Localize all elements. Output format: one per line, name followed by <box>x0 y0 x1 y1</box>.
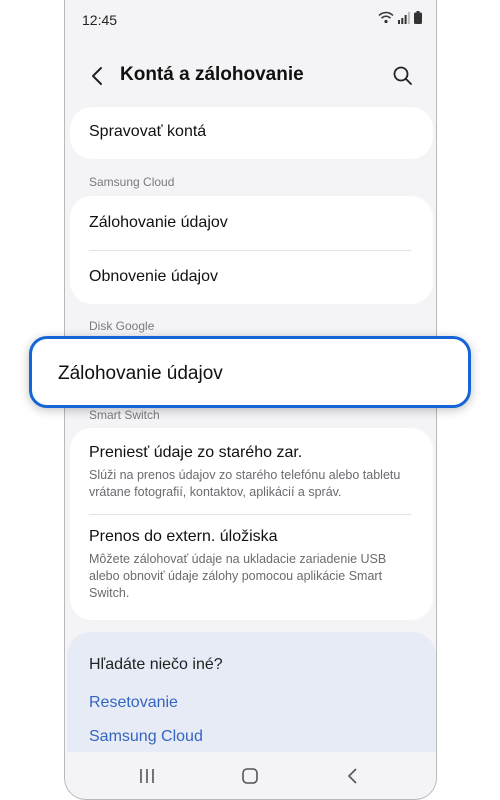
google-drive-backup-label: Zálohovanie údajov <box>58 363 223 384</box>
samsung-backup-label: Zálohovanie údajov <box>89 214 228 231</box>
samsung-cloud-card: Zálohovanie údajov Obnovenie údajov <box>70 196 433 304</box>
transfer-old-device-item[interactable]: Preniesť údaje zo starého zar. Slúži na … <box>70 428 433 514</box>
external-storage-description: Môžete zálohovať údaje na ukladacie zari… <box>89 552 387 600</box>
status-icons <box>378 11 422 24</box>
samsung-restore-item[interactable]: Obnovenie údajov <box>70 250 433 304</box>
help-link-reset[interactable]: Resetovanie <box>89 694 178 712</box>
manage-accounts-card: Spravovať kontá <box>70 107 433 159</box>
external-storage-title: Prenos do extern. úložiska <box>89 528 278 545</box>
signal-icon <box>398 11 410 24</box>
section-google-drive: Disk Google <box>89 319 155 333</box>
manage-accounts-label: Spravovať kontá <box>89 123 207 140</box>
manage-accounts-item[interactable]: Spravovať kontá <box>70 107 433 141</box>
status-bar: 12:45 <box>65 0 436 40</box>
navigation-bar <box>65 752 436 798</box>
google-drive-backup-item[interactable]: Zálohovanie údajov <box>29 336 471 408</box>
status-time: 12:45 <box>82 12 118 28</box>
back-arrow-icon[interactable] <box>85 63 111 89</box>
wifi-icon <box>378 11 394 24</box>
samsung-restore-label: Obnovenie údajov <box>89 268 218 285</box>
smart-switch-card: Preniesť údaje zo starého zar. Slúži na … <box>70 428 433 620</box>
section-smart-switch: Smart Switch <box>89 408 160 422</box>
battery-icon <box>414 11 422 24</box>
transfer-old-device-title: Preniesť údaje zo starého zar. <box>89 444 303 461</box>
help-title: Hľadáte niečo iné? <box>89 656 223 673</box>
section-samsung-cloud: Samsung Cloud <box>89 175 175 189</box>
nav-back-icon[interactable] <box>341 764 365 788</box>
recents-icon[interactable] <box>135 764 159 788</box>
app-header: Kontá a zálohovanie <box>65 55 436 97</box>
transfer-old-device-description: Slúži na prenos údajov zo starého telefó… <box>89 468 401 499</box>
help-link-samsung-cloud[interactable]: Samsung Cloud <box>89 728 203 746</box>
external-storage-item[interactable]: Prenos do extern. úložiska Môžete záloho… <box>70 514 433 620</box>
help-card: Hľadáte niečo iné? Resetovanie Samsung C… <box>67 632 436 762</box>
home-icon[interactable] <box>238 764 262 788</box>
page-title: Kontá a zálohovanie <box>120 64 304 85</box>
search-icon[interactable] <box>390 63 416 89</box>
samsung-backup-item[interactable]: Zálohovanie údajov <box>70 196 433 250</box>
